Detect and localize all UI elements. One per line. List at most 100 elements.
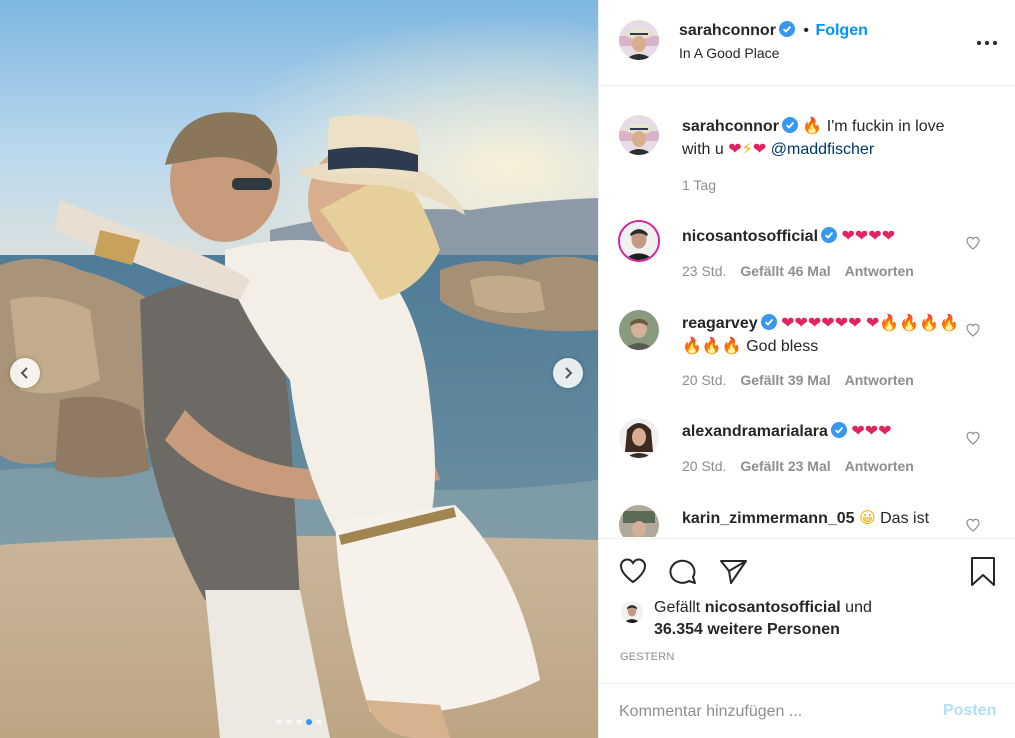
comment-likes[interactable]: Gefällt 23 Mal: [740, 458, 830, 474]
comment-meta: 23 Std. Gefällt 46 Mal Antworten: [682, 263, 914, 279]
carousel-dot-active: [306, 719, 312, 725]
header-title-row: sarahconnor • Folgen: [679, 20, 868, 42]
comment-text: reagarvey ❤❤❤❤❤❤ ❤🔥🔥🔥🔥🔥🔥🔥 God bless: [682, 312, 972, 358]
comment-meta: 20 Std. Gefällt 39 Mal Antworten: [682, 372, 914, 388]
heart-outline-icon: [966, 323, 980, 337]
avatar-image: [619, 418, 659, 458]
lightning-emoji-icon: ⚡: [741, 139, 753, 158]
comment-input[interactable]: [619, 696, 919, 728]
comment-text: karin_zimmermann_05 😀 Das ist: [682, 507, 972, 530]
verified-badge-icon: [760, 314, 777, 330]
comment-body: ❤❤❤: [851, 421, 892, 440]
comment-reply-button[interactable]: Antworten: [845, 372, 914, 388]
chevron-right-icon: [565, 367, 573, 379]
paper-plane-icon: [720, 560, 747, 584]
more-options-button[interactable]: [975, 35, 999, 51]
caption-meta: 1 Tag: [682, 177, 716, 193]
avatar-image: [621, 601, 643, 623]
more-horizontal-icon: [977, 41, 997, 45]
comment-like-button[interactable]: [965, 235, 981, 251]
heart-outline-icon: [619, 558, 647, 584]
comment-button[interactable]: [667, 555, 699, 587]
heart-emoji-icon: ❤: [728, 139, 742, 158]
caption-mention-link[interactable]: @maddfischer: [771, 141, 874, 158]
comment-meta: 20 Std. Gefällt 23 Mal Antworten: [682, 458, 914, 474]
liker-avatar[interactable]: [621, 601, 643, 623]
avatar-image: [619, 20, 659, 60]
heart-emoji-icon: ❤: [752, 139, 767, 158]
likes-username[interactable]: nicosantosofficial: [705, 599, 841, 616]
commenter-avatar[interactable]: [618, 220, 660, 262]
likes-prefix: Gefällt: [654, 599, 705, 616]
comment-body: ❤❤❤❤❤❤: [781, 313, 862, 332]
comment-like-button[interactable]: [965, 517, 981, 533]
carousel-indicator: [0, 719, 598, 725]
chevron-left-icon: [20, 367, 28, 379]
author-avatar[interactable]: [619, 20, 659, 60]
verified-badge-icon: [830, 422, 847, 438]
comment-time[interactable]: 23 Std.: [682, 263, 726, 279]
comment-text: alexandramarialara ❤❤❤: [682, 420, 972, 443]
post-header: sarahconnor • Folgen In A Good Place: [599, 0, 1015, 86]
carousel-dot: [286, 719, 292, 725]
comment-username[interactable]: alexandramarialara: [682, 423, 828, 440]
follow-button[interactable]: Folgen: [815, 22, 867, 39]
post-location[interactable]: In A Good Place: [679, 45, 779, 61]
comment-like-button[interactable]: [965, 430, 981, 446]
commenter-avatar[interactable]: [619, 310, 659, 350]
caption-author-avatar[interactable]: [619, 115, 659, 155]
previous-slide-button[interactable]: [10, 358, 40, 388]
post-photo[interactable]: [0, 0, 598, 738]
comment-body: Das ist: [880, 510, 930, 527]
post-side-panel: sarahconnor • Folgen In A Good Place sar…: [598, 0, 1015, 738]
caption-username[interactable]: sarahconnor: [682, 118, 779, 135]
comments-list[interactable]: sarahconnor 🔥 I'm fuckin in love with u …: [599, 87, 1015, 537]
caption-text: sarahconnor 🔥 I'm fuckin in love with u …: [682, 115, 972, 161]
caption-time[interactable]: 1 Tag: [682, 177, 716, 193]
next-slide-button[interactable]: [553, 358, 583, 388]
comment-likes[interactable]: Gefällt 39 Mal: [740, 372, 830, 388]
fire-emoji-icon: 🔥: [802, 116, 823, 135]
comment-body-text: God bless: [746, 338, 819, 355]
comment-reply-button[interactable]: Antworten: [845, 263, 914, 279]
avatar-image: [619, 310, 659, 350]
post-actions: Gefällt nicosantosofficial und 36.354 we…: [599, 538, 1015, 738]
avatar-image: [619, 505, 659, 537]
heart-outline-icon: [966, 518, 980, 532]
comment-username[interactable]: karin_zimmermann_05: [682, 510, 855, 527]
comment-body: ❤❤❤❤: [841, 226, 896, 245]
heart-outline-icon: [966, 236, 980, 250]
carousel-dot: [276, 719, 282, 725]
comment-like-button[interactable]: [965, 322, 981, 338]
comment-time[interactable]: 20 Std.: [682, 372, 726, 388]
comment-reply-button[interactable]: Antworten: [845, 458, 914, 474]
heart-emoji-icon: ❤: [865, 313, 880, 332]
photo-couple-beach: [0, 0, 598, 738]
likes-summary: Gefällt nicosantosofficial und 36.354 we…: [654, 597, 872, 641]
comment-bubble-icon: [669, 559, 696, 584]
carousel-dot: [296, 719, 302, 725]
author-username[interactable]: sarahconnor: [679, 22, 776, 39]
comment-username[interactable]: nicosantosofficial: [682, 228, 818, 245]
post-comment-button[interactable]: Posten: [943, 702, 996, 720]
comment-time[interactable]: 20 Std.: [682, 458, 726, 474]
carousel-dot: [316, 719, 322, 725]
verified-badge-icon: [781, 117, 798, 133]
comment-username[interactable]: reagarvey: [682, 315, 758, 332]
comment-likes[interactable]: Gefällt 46 Mal: [740, 263, 830, 279]
like-button[interactable]: [617, 555, 649, 587]
save-button[interactable]: [967, 555, 999, 587]
instagram-post-modal: sarahconnor • Folgen In A Good Place sar…: [0, 0, 1015, 738]
commenter-avatar[interactable]: [619, 418, 659, 458]
comment-text: nicosantosofficial ❤❤❤❤: [682, 225, 972, 248]
post-date[interactable]: GESTERN: [620, 651, 675, 663]
verified-badge-icon: [778, 21, 795, 37]
likes-mid: und: [840, 599, 872, 616]
avatar-image: [620, 222, 658, 260]
likes-count[interactable]: 36.354 weitere Personen: [654, 621, 840, 638]
bookmark-icon: [971, 557, 995, 586]
avatar-image: [619, 115, 659, 155]
grinning-emoji-icon: 😀: [858, 508, 876, 527]
share-button[interactable]: [717, 555, 749, 587]
commenter-avatar[interactable]: [619, 505, 659, 537]
